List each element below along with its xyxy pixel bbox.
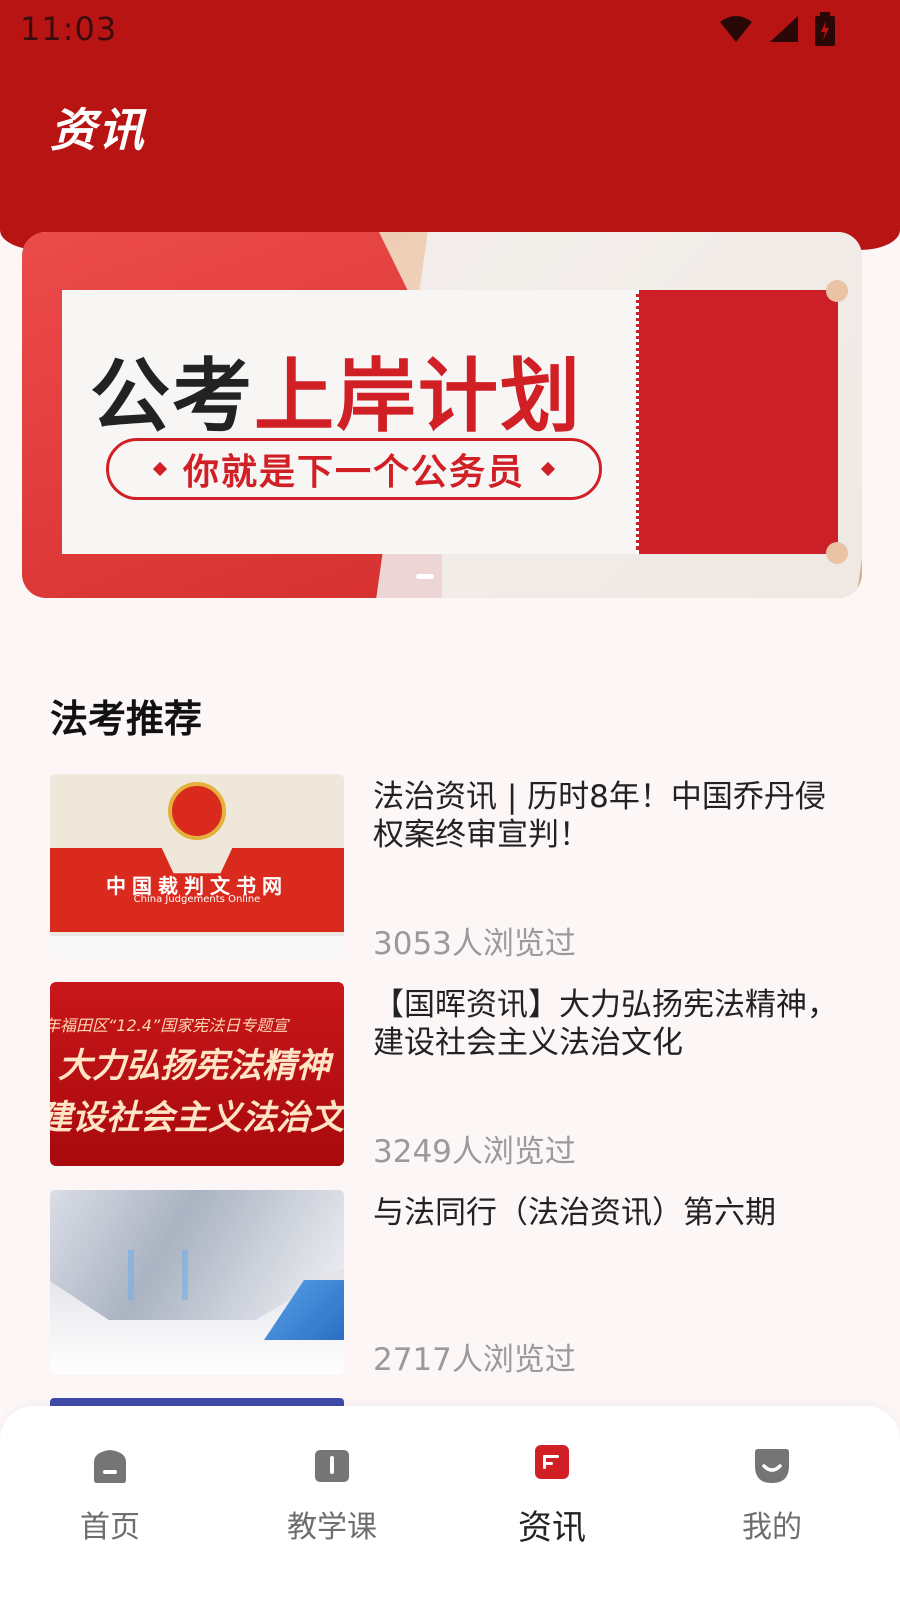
status-time: 11:03 (20, 10, 118, 48)
nav-item-home[interactable]: 首页 (30, 1406, 190, 1600)
thumb-graphic (182, 1250, 188, 1300)
banner-subtitle-pill: 你就是下一个公务员 (106, 438, 602, 500)
news-views: 3053人浏览过 (373, 926, 576, 962)
news-item[interactable]: 与法同行（法治资讯）第六期 2717人浏览过 (50, 1190, 850, 1378)
banner-title: 公考上岸计划 (90, 332, 582, 448)
nav-label: 首页 (80, 1510, 140, 1545)
book-icon (315, 1450, 349, 1482)
news-item[interactable]: 年福田区“12.4”国家宪法日专题宣 大力弘扬宪法精神 建设社会主义法治文 【国… (50, 982, 850, 1170)
news-title: 【国晖资讯】大力弘扬宪法精神，建设社会主义法治文化 (373, 987, 838, 1061)
bottom-nav: 首页 教学课 资讯 我的 (0, 1406, 900, 1600)
banner-subtitle: 你就是下一个公务员 (182, 452, 525, 493)
nav-item-courses[interactable]: 教学课 (252, 1406, 412, 1600)
news-thumbnail: 中国裁判文书网 China Judgements Online (50, 774, 344, 958)
thumb-text: 大力弘扬宪法精神 (58, 1046, 330, 1086)
banner-title-dark: 公考 (90, 350, 254, 443)
nav-label: 教学课 (287, 1510, 377, 1545)
thumb-text: 年福田区“12.4”国家宪法日专题宣 (50, 1016, 289, 1035)
banner-carousel[interactable]: 公考上岸计划 你就是下一个公务员 (22, 232, 862, 598)
news-item[interactable]: 中国裁判文书网 China Judgements Online 法治资讯 | 历… (50, 774, 850, 962)
thumb-text: 建设社会主义法治文 (50, 1098, 344, 1138)
news-thumbnail (50, 1190, 344, 1374)
diamond-icon (540, 461, 556, 477)
wifi-icon (720, 16, 752, 42)
ticket-stub (636, 290, 838, 554)
nav-label: 资讯 (518, 1508, 586, 1548)
news-title: 法治资讯 | 历时8年！中国乔丹侵权案终审宣判！ (373, 779, 826, 853)
news-title: 与法同行（法治资讯）第六期 (373, 1195, 776, 1231)
thumb-graphic (128, 1250, 134, 1300)
status-icons (718, 12, 836, 46)
thumb-text-en: China Judgements Online (133, 894, 261, 905)
carousel-indicator (416, 574, 434, 579)
header: 11:03 资讯 (0, 0, 900, 250)
nav-item-profile[interactable]: 我的 (692, 1406, 852, 1600)
section-title: 法考推荐 (50, 697, 203, 741)
banner-title-red: 上岸计划 (254, 350, 582, 443)
nav-label: 我的 (742, 1510, 802, 1545)
thumb-footer (50, 934, 344, 958)
battery-icon (815, 12, 835, 46)
home-icon (94, 1450, 126, 1483)
profile-icon (755, 1449, 789, 1483)
diamond-icon (152, 461, 168, 477)
cell-signal-icon (770, 16, 798, 42)
nav-item-news[interactable]: 资讯 (472, 1406, 632, 1600)
ticket-notch (826, 280, 848, 302)
court-emblem-icon (168, 782, 226, 840)
page-title: 资讯 (50, 103, 146, 157)
banner-ticket: 公考上岸计划 你就是下一个公务员 (62, 280, 848, 564)
news-views: 3249人浏览过 (373, 1134, 576, 1170)
news-thumbnail: 年福田区“12.4”国家宪法日专题宣 大力弘扬宪法精神 建设社会主义法治文 (50, 982, 344, 1166)
news-icon (535, 1445, 569, 1479)
news-views: 2717人浏览过 (373, 1342, 576, 1378)
status-bar: 11:03 (0, 0, 900, 60)
ticket-notch (826, 542, 848, 564)
